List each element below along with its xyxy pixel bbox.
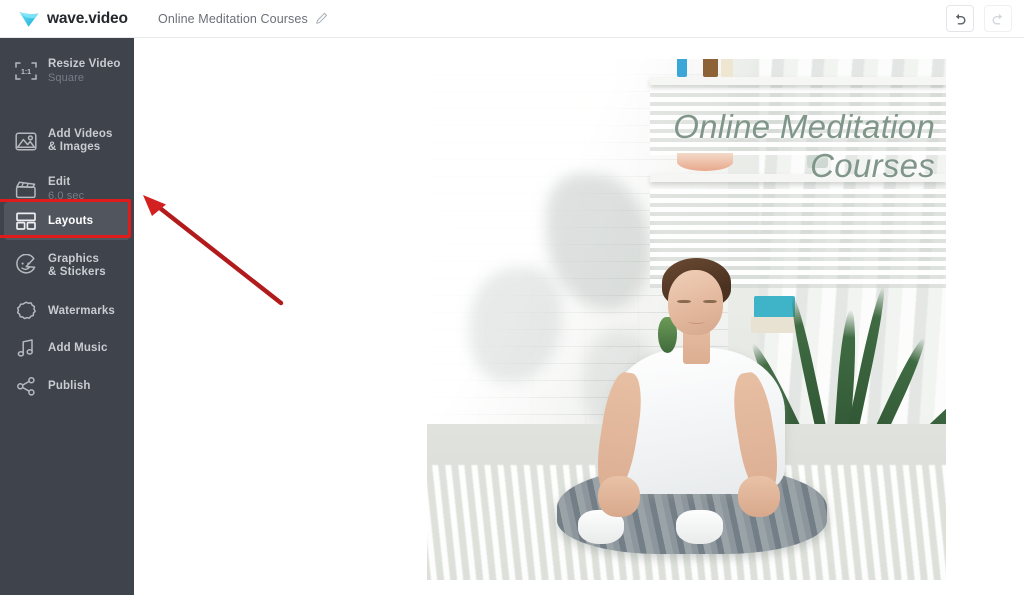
overlay-headline-line2: Courses — [810, 147, 936, 185]
undo-arrow-icon — [955, 13, 966, 25]
wave-play-logo-icon — [19, 11, 39, 27]
brand-name: wave.video — [47, 9, 128, 27]
svg-text:1:1: 1:1 — [21, 69, 31, 76]
canvas-area: Online Meditation Courses — [134, 38, 1024, 595]
sidebar-label-edit: Edit — [48, 175, 71, 188]
header-actions — [946, 5, 1012, 32]
sidebar-label-stickers: & Stickers — [48, 266, 106, 278]
overlay-headline[interactable]: Online Meditation Courses — [603, 108, 935, 186]
sidebar-item-watermarks[interactable]: Watermarks — [4, 292, 130, 330]
undo-button[interactable] — [946, 5, 974, 32]
sidebar-sub-resize-video: Square — [48, 71, 85, 84]
sidebar-label-watermarks: Watermarks — [48, 304, 115, 317]
sidebar-label-publish: Publish — [48, 379, 91, 392]
share-nodes-icon — [10, 371, 42, 401]
smiley-sticker-icon — [10, 251, 42, 281]
app-header: wave.video Online Meditation Courses — [0, 0, 1024, 38]
sock-right — [676, 509, 723, 544]
sidebar-label-add-images: & Images — [48, 141, 101, 153]
sidebar-item-resize-video[interactable]: 1:1 Resize Video Square — [4, 48, 130, 94]
music-note-icon — [10, 333, 42, 363]
sidebar-item-layouts[interactable]: Layouts — [4, 202, 130, 240]
sidebar-label-add-music: Add Music — [48, 341, 108, 354]
sidebar: 1:1 Resize Video Square Add Videos & Ima… — [0, 38, 134, 595]
hand-right — [738, 475, 780, 518]
app-root: wave.video Online Meditation Courses 1:1… — [0, 0, 1024, 595]
sidebar-sub-edit: 6.0 sec — [48, 189, 85, 202]
image-mountain-icon — [10, 126, 42, 156]
video-preview-stage[interactable]: Online Meditation Courses — [427, 59, 946, 580]
project-title-group[interactable]: Online Meditation Courses — [158, 12, 328, 26]
sidebar-label-layouts: Layouts — [48, 214, 94, 227]
sidebar-label-graphics: Graphics — [48, 253, 100, 266]
clapperboard-icon — [10, 174, 42, 204]
sidebar-item-add-music[interactable]: Add Music — [4, 329, 130, 367]
sidebar-item-graphics-stickers[interactable]: Graphics & Stickers — [4, 243, 130, 289]
redo-arrow-icon — [992, 13, 1003, 25]
project-title: Online Meditation Courses — [158, 11, 308, 26]
sidebar-item-publish[interactable]: Publish — [4, 367, 130, 405]
layout-grid-icon — [10, 206, 42, 236]
smile — [687, 318, 706, 324]
crop-ratio-1-1-icon: 1:1 — [10, 56, 42, 86]
pencil-icon[interactable] — [315, 12, 328, 25]
hand-left — [598, 475, 640, 518]
sidebar-label-add-videos: Add Videos — [48, 128, 113, 141]
brand-logo[interactable]: wave.video — [0, 9, 134, 29]
sidebar-item-add-videos-images[interactable]: Add Videos & Images — [4, 118, 130, 164]
redo-button[interactable] — [984, 5, 1012, 32]
seal-badge-icon — [10, 296, 42, 326]
sidebar-label-resize-video: Resize Video — [48, 57, 121, 70]
overlay-headline-line1: Online Meditation — [673, 108, 936, 146]
